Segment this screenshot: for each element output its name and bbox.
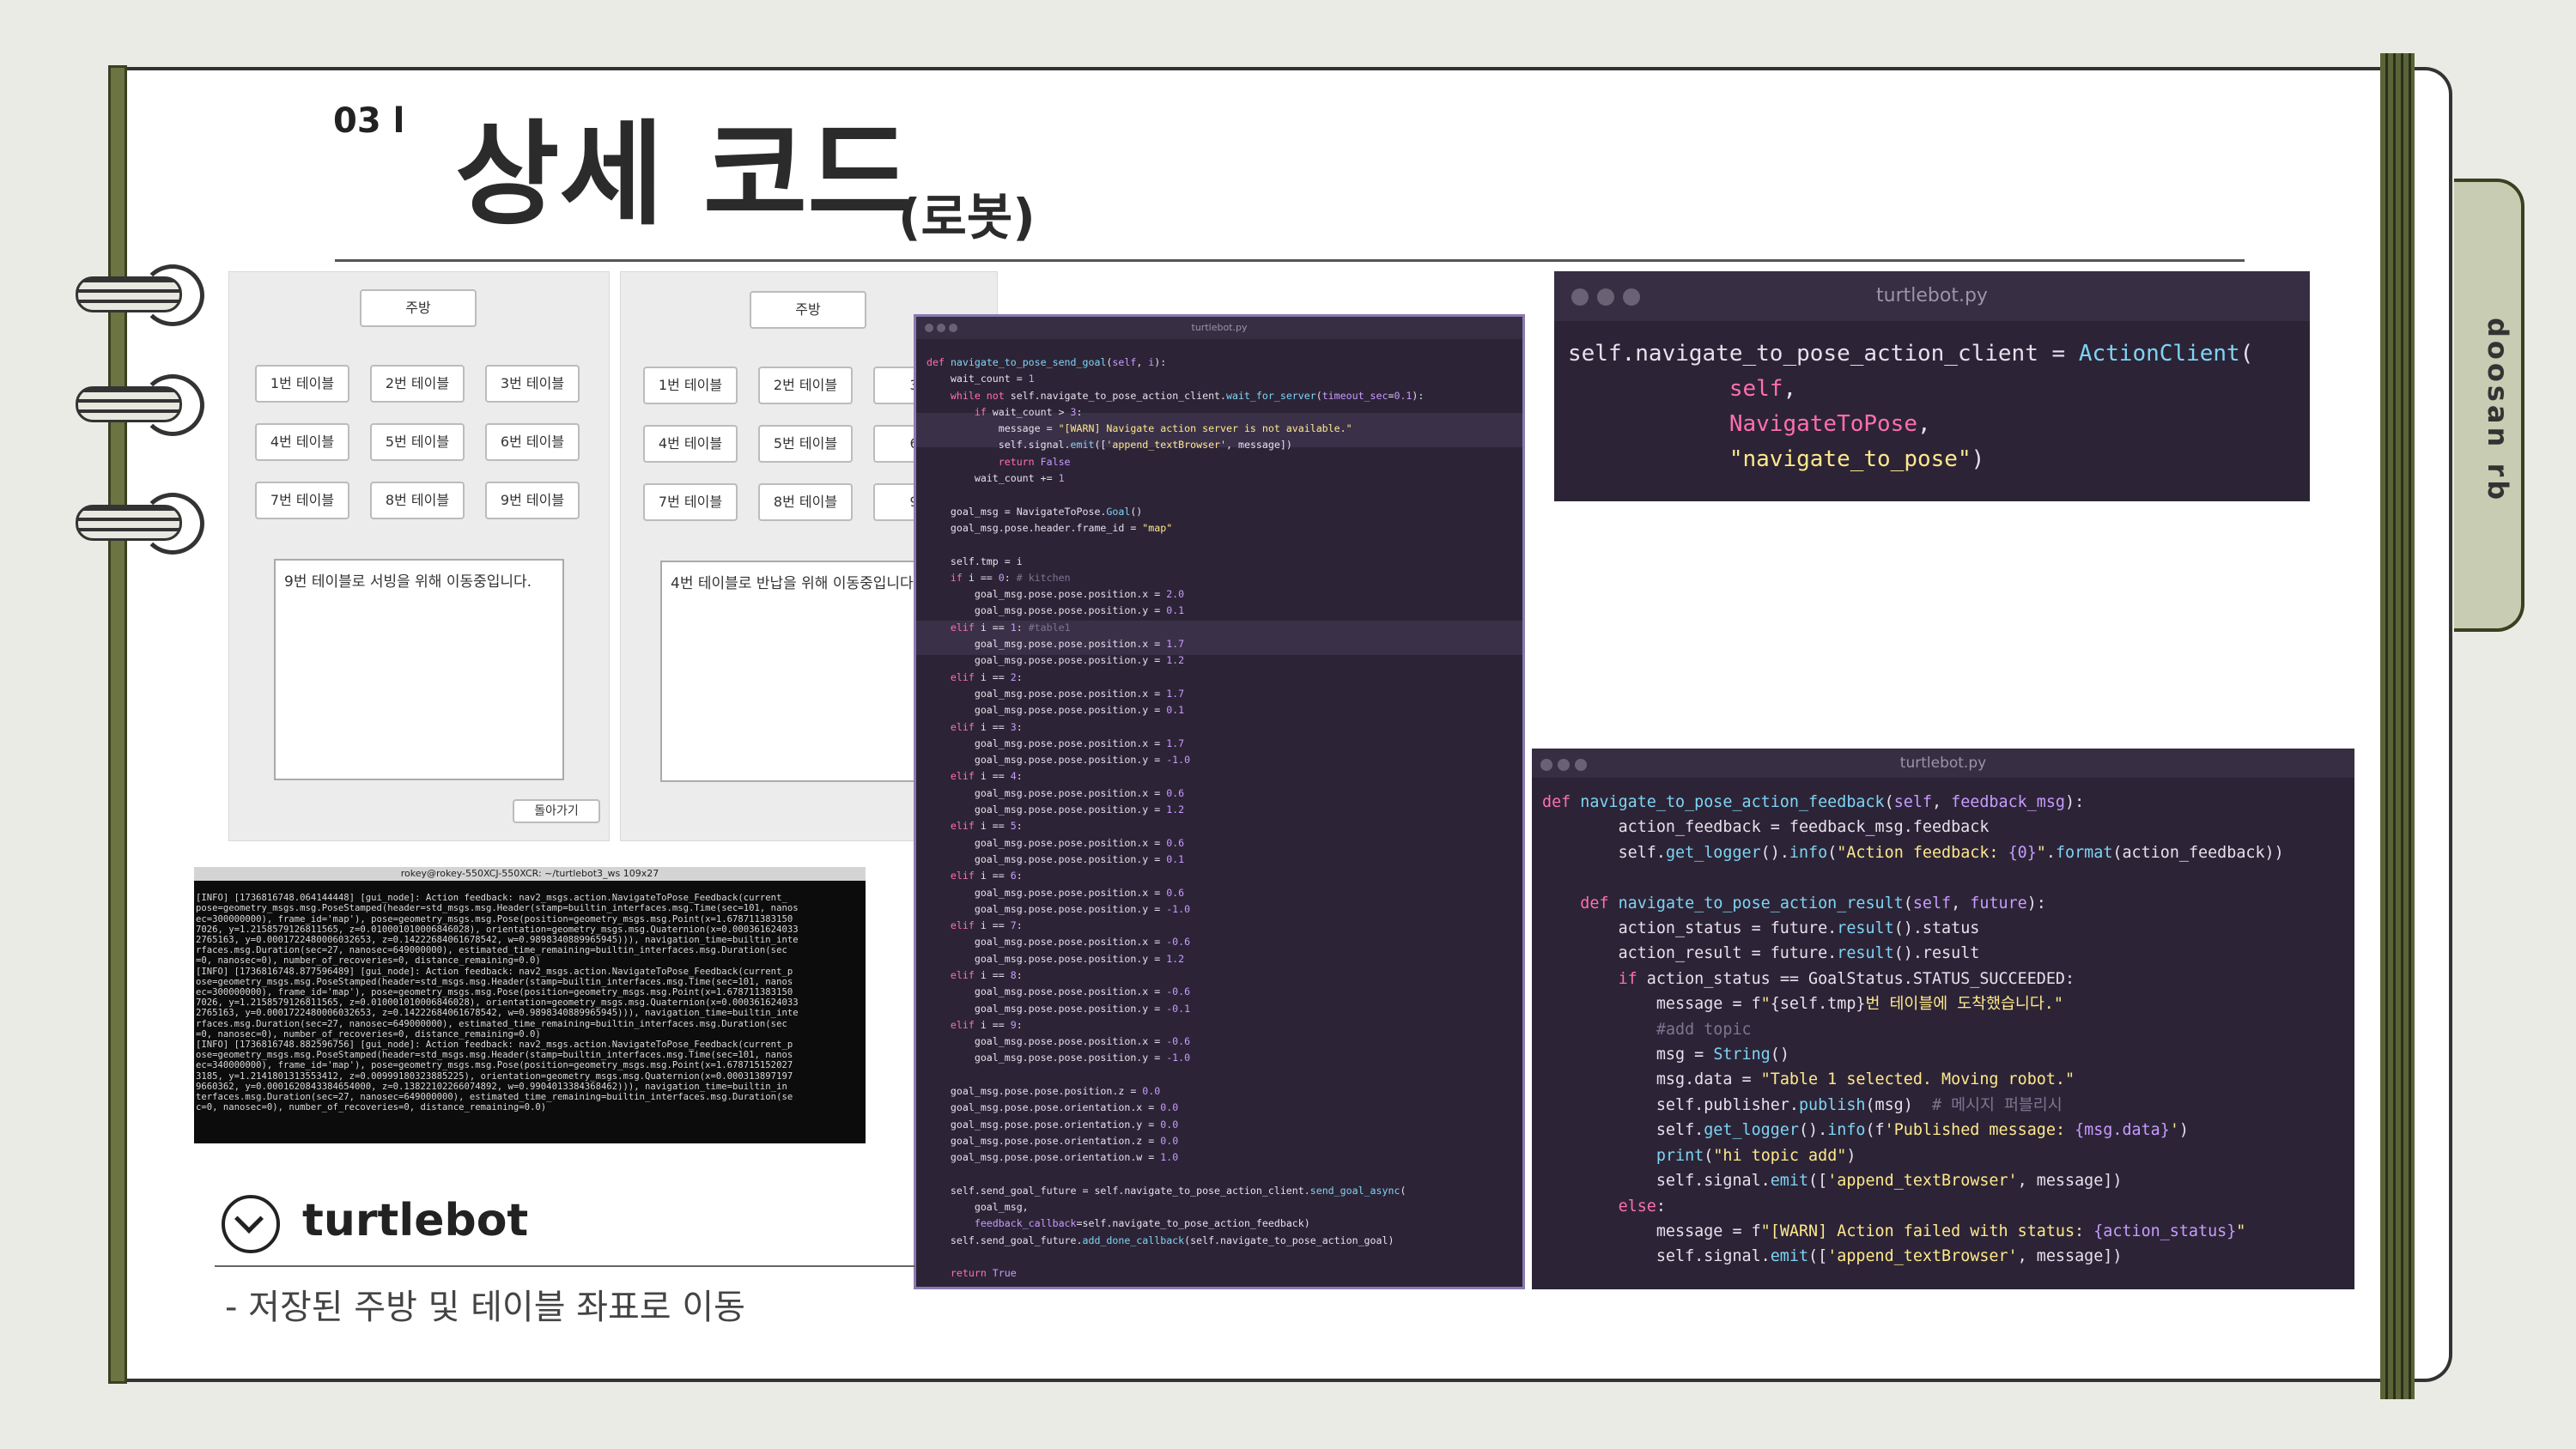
title-divider xyxy=(335,259,2245,262)
right-binding-bar xyxy=(2380,53,2415,1399)
table-button[interactable]: 1번 테이블 xyxy=(643,367,738,404)
status-textbrowser: 9번 테이블로 서빙을 위해 이동중입니다. xyxy=(274,559,564,780)
code-window-feedback-result: turtlebot.py def navigate_to_pose_action… xyxy=(1532,749,2354,1289)
window-dot-icon xyxy=(1575,759,1587,771)
terminal-window: rokey@rokey-550XCJ-550XCR: ~/turtlebot3_… xyxy=(194,867,866,1143)
code-window-title: turtlebot.py xyxy=(916,317,1522,339)
table-button[interactable]: 7번 테이블 xyxy=(255,482,349,519)
terminal-line: [INFO] [1736816748.877596489] [gui_node]… xyxy=(196,966,793,977)
terminal-line: =0, nanosec=0), number_of_recoveries=0, … xyxy=(196,955,541,967)
terminal-line: 2765163, y=0.0001722480006032653, z=0.14… xyxy=(196,1008,799,1019)
terminal-line: ec=340000000), frame_id='map'), pose=geo… xyxy=(196,1060,793,1071)
code-window-main: turtlebot.py def navigate_to_pose_send_g… xyxy=(914,314,1525,1289)
status-textbrowser: 4번 테이블로 반납을 위해 이동중입니다. xyxy=(660,561,951,782)
window-dot-icon xyxy=(1597,288,1614,306)
binder-ring-icon xyxy=(76,264,204,326)
table-button[interactable]: 7번 테이블 xyxy=(643,483,738,521)
section-label: turtlebot xyxy=(302,1195,529,1246)
code-window-action-client: turtlebot.py self.navigate_to_pose_actio… xyxy=(1554,271,2310,501)
section-number: 03 l xyxy=(333,101,405,141)
left-binding-bar xyxy=(108,65,127,1384)
terminal-line: pose=geometry_msgs.msg.PoseStamped(heade… xyxy=(196,903,799,914)
table-button[interactable]: 4번 테이블 xyxy=(255,423,349,461)
terminal-line: terfaces.msg.Duration(sec=27, nanosec=64… xyxy=(196,1092,793,1103)
terminal-line: ec=300000000), frame_id='map'), pose=geo… xyxy=(196,987,793,998)
window-dot-icon xyxy=(1540,759,1552,771)
table-button[interactable]: 6번 테이블 xyxy=(485,423,580,461)
terminal-output: [INFO] [1736816748.064144448] [gui_node]… xyxy=(196,882,866,1124)
table-button[interactable]: 8번 테이블 xyxy=(758,483,853,521)
table-button[interactable]: 2번 테이블 xyxy=(370,365,465,403)
terminal-line: ec=300000000), frame_id='map'), pose=geo… xyxy=(196,913,793,925)
terminal-line: 3185, y=1.2141801313553412, z=0.00999180… xyxy=(196,1070,793,1082)
kitchen-button[interactable]: 주방 xyxy=(750,291,866,329)
window-dot-icon xyxy=(925,324,933,332)
window-dot-icon xyxy=(937,324,945,332)
side-tab-label: doosan rb xyxy=(2482,318,2514,504)
section-divider xyxy=(215,1265,915,1267)
terminal-line: ose=geometry_msgs.msg.PoseStamped(header… xyxy=(196,1050,793,1061)
table-button[interactable]: 2번 테이블 xyxy=(758,367,853,404)
binder-ring-icon xyxy=(76,493,204,555)
code-window-title: turtlebot.py xyxy=(1554,271,2310,321)
table-button[interactable]: 3번 테이블 xyxy=(485,365,580,403)
section-description: - 저장된 주방 및 테이블 좌표로 이동 xyxy=(225,1288,745,1327)
page-subtitle: (로봇) xyxy=(898,188,1036,246)
terminal-line: rfaces.msg.Duration(sec=27, nanosec=6490… xyxy=(196,945,787,956)
terminal-line: c=0, nanosec=0), number_of_recoveries=0,… xyxy=(196,1102,547,1113)
window-dot-icon xyxy=(1571,288,1589,306)
terminal-line: [INFO] [1736816748.882596756] [gui_node]… xyxy=(196,1040,793,1051)
code-window-title: turtlebot.py xyxy=(1532,749,2354,778)
table-button[interactable]: 1번 테이블 xyxy=(255,365,349,403)
terminal-line: =0, nanosec=0), number_of_recoveries=0, … xyxy=(196,1028,541,1040)
window-dot-icon xyxy=(1623,288,1640,306)
page-title: 상세 코드 xyxy=(455,109,912,241)
terminal-line: 9660362, y=0.0001620843384654000, z=0.13… xyxy=(196,1081,787,1092)
terminal-line: 7026, y=1.2158579126811565, z=0.01000101… xyxy=(196,924,799,935)
terminal-line: ose=geometry_msgs.msg.PoseStamped(header… xyxy=(196,976,793,987)
binder-ring-icon xyxy=(76,374,204,436)
kitchen-button[interactable]: 주방 xyxy=(360,289,477,327)
table-button[interactable]: 5번 테이블 xyxy=(370,423,465,461)
table-button[interactable]: 9번 테이블 xyxy=(485,482,580,519)
code-action-client-init: self.navigate_to_pose_action_client = Ac… xyxy=(1568,341,2254,472)
code-navigate-to-pose-send-goal: def navigate_to_pose_send_goal(self, i):… xyxy=(927,356,1425,1280)
table-button[interactable]: 4번 테이블 xyxy=(643,425,738,463)
terminal-line: 7026, y=1.2158579126811565, z=0.01000101… xyxy=(196,997,799,1009)
window-dot-icon xyxy=(949,324,957,332)
robot-gui-serving: 주방 1번 테이블 2번 테이블 3번 테이블 4번 테이블 5번 테이블 6번… xyxy=(228,271,610,841)
terminal-line: rfaces.msg.Duration(sec=27, nanosec=6490… xyxy=(196,1018,787,1029)
code-feedback-result-callbacks: def navigate_to_pose_action_feedback(sel… xyxy=(1542,793,2284,1266)
terminal-line: 2765163, y=0.0001722480006032653, z=0.14… xyxy=(196,935,799,946)
window-dot-icon xyxy=(1558,759,1570,771)
back-button[interactable]: 돌아가기 xyxy=(513,799,600,823)
terminal-titlebar: rokey@rokey-550XCJ-550XCR: ~/turtlebot3_… xyxy=(194,867,866,881)
check-circle-icon xyxy=(222,1195,280,1253)
terminal-line: [INFO] [1736816748.064144448] [gui_node]… xyxy=(196,893,787,904)
table-button[interactable]: 5번 테이블 xyxy=(758,425,853,463)
table-button[interactable]: 8번 테이블 xyxy=(370,482,465,519)
